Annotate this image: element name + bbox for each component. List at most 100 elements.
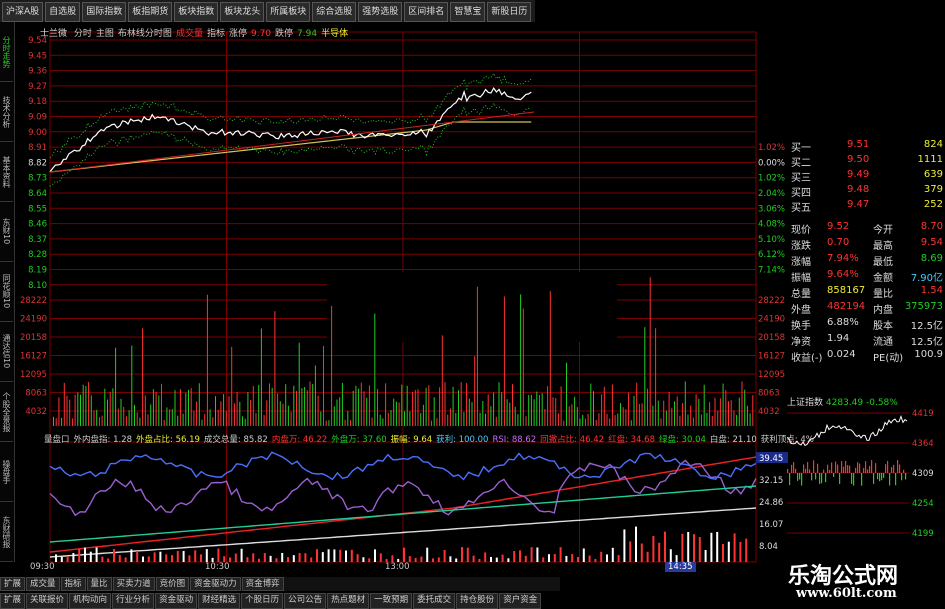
function-tab[interactable]: 委托成交 <box>413 593 456 609</box>
volume-bar <box>123 406 125 426</box>
lower-panel-header: 量盘口 外内盘指: 1.28 外盘占比: 56.19 成交总量: 85.82 内盘万: … <box>44 433 818 445</box>
lower-bar <box>600 551 603 562</box>
index-bar <box>893 464 895 473</box>
function-tab[interactable]: 关联报价 <box>26 593 69 609</box>
volume-bar <box>601 394 603 426</box>
toolbar-button[interactable]: 国际指数 <box>82 2 127 22</box>
indicator-tab-bar: 扩展 成交量 指标 量比 买卖力道 竞价图 资金驱动力 资金博弈 <box>0 577 560 591</box>
book-volume: 379 <box>923 184 943 195</box>
function-tab[interactable]: 机构动向 <box>69 593 112 609</box>
volume-bar <box>417 389 419 426</box>
toolbar-button[interactable]: 自选股 <box>45 2 81 22</box>
volume-tick-label-left: 20158 <box>20 333 47 343</box>
volume-tick-label-right: 24190 <box>758 315 785 325</box>
volume-bar <box>530 394 532 426</box>
indicator-tab[interactable]: 买卖力道 <box>112 577 155 591</box>
volume-bar <box>736 415 738 426</box>
toolbar-button[interactable]: 沪深A股 <box>2 2 44 22</box>
volume-bar <box>501 392 503 426</box>
function-tab[interactable]: 财经精选 <box>198 593 241 609</box>
function-tab[interactable]: 资户资金 <box>499 593 542 609</box>
lower-bar <box>188 555 191 562</box>
indicator-tab[interactable]: 扩展 <box>0 577 26 591</box>
volume-bar <box>495 416 497 426</box>
indicator-tab[interactable]: 成交量 <box>26 577 60 591</box>
index-bar <box>845 460 847 473</box>
left-tab[interactable]: 技术分析 <box>0 82 13 142</box>
lower-bar <box>304 553 307 562</box>
header-item: 半导体 <box>321 29 349 39</box>
indicator-tab[interactable]: 量比 <box>86 577 112 591</box>
lower-header-item: 外内盘指: 1.28 <box>73 435 133 445</box>
left-tab[interactable]: 基本资料 <box>0 142 13 202</box>
left-tab[interactable]: 东财研报 <box>0 502 13 562</box>
volume-bar <box>366 397 368 426</box>
volume-bar <box>269 383 270 426</box>
index-bar <box>867 469 869 473</box>
lower-bar <box>484 552 487 562</box>
left-tab[interactable]: 东财10 <box>0 202 13 262</box>
left-tab[interactable]: 通达信10 <box>0 322 13 382</box>
volume-bar <box>125 416 127 426</box>
function-tab[interactable]: 持仓股份 <box>456 593 499 609</box>
volume-bar <box>628 392 630 426</box>
toolbar-button[interactable]: 新股日历 <box>487 2 532 22</box>
left-tab[interactable]: 操盘手 <box>0 442 13 502</box>
lower-bar <box>339 549 342 562</box>
indicator-tab[interactable]: 资金博弈 <box>241 577 284 591</box>
indicator-tab[interactable]: 资金驱动力 <box>190 577 241 591</box>
lower-bar <box>263 553 266 562</box>
volume-bar <box>647 388 648 426</box>
book-volume: 639 <box>923 169 943 180</box>
function-tab[interactable]: 资金驱动 <box>155 593 198 609</box>
volume-bar <box>463 412 465 426</box>
volume-bar <box>668 391 670 426</box>
toolbar-button[interactable]: 板指期货 <box>128 2 173 22</box>
volume-bar <box>466 383 468 426</box>
price-tick-label: 9.36 <box>28 67 47 77</box>
indicator-tab[interactable]: 指标 <box>60 577 86 591</box>
stat-label: 收益(-) <box>791 353 823 364</box>
volume-bar <box>204 413 206 426</box>
volume-bar <box>201 419 203 426</box>
lower-bar <box>582 548 585 562</box>
volume-bar <box>428 385 430 426</box>
lower-bar <box>548 554 550 562</box>
left-tab[interactable]: 个股全景报 <box>0 382 13 442</box>
volume-bar <box>571 404 573 426</box>
left-tab[interactable]: 同花顺10 <box>0 262 13 322</box>
toolbar-button[interactable]: 所属板块 <box>266 2 311 22</box>
function-tab[interactable]: 公司公告 <box>284 593 327 609</box>
toolbar-button[interactable]: 综合选股 <box>312 2 357 22</box>
toolbar-button[interactable]: 板块指数 <box>174 2 219 22</box>
function-tab[interactable]: 行业分析 <box>112 593 155 609</box>
toolbar-button[interactable]: 智慧宝 <box>450 2 486 22</box>
volume-bar <box>69 399 71 426</box>
stat-value: 6.88% <box>827 317 859 328</box>
lower-bar <box>234 553 237 562</box>
function-tab[interactable]: 热点题材 <box>327 593 370 609</box>
stat-value: 375973 <box>904 301 943 312</box>
lower-bar <box>72 552 75 562</box>
indicator-tab[interactable]: 竞价图 <box>155 577 190 591</box>
volume-bar <box>717 410 719 426</box>
volume-bar <box>431 420 432 426</box>
volume-bar <box>625 409 627 426</box>
price-tick-label: 8.10 <box>28 281 47 291</box>
function-tab[interactable]: 一致预期 <box>370 593 413 609</box>
volume-bar <box>155 391 157 426</box>
toolbar-button[interactable]: 强势选股 <box>358 2 403 22</box>
left-tab[interactable]: 分时走势 <box>0 22 13 82</box>
volume-bar <box>393 398 395 426</box>
index-bar <box>865 461 867 473</box>
function-tab[interactable]: 扩展 <box>0 593 26 609</box>
toolbar-button[interactable]: 板块龙头 <box>220 2 265 22</box>
toolbar-button[interactable]: 区间排名 <box>404 2 449 22</box>
volume-bar <box>242 416 243 426</box>
lower-bar <box>200 554 202 562</box>
volume-bar <box>503 296 505 426</box>
order-book-row: 买五 9.47 252 <box>787 199 945 215</box>
price-tick-label: 9.09 <box>28 113 47 123</box>
function-tab[interactable]: 个股日历 <box>241 593 284 609</box>
index-bar <box>875 463 877 473</box>
